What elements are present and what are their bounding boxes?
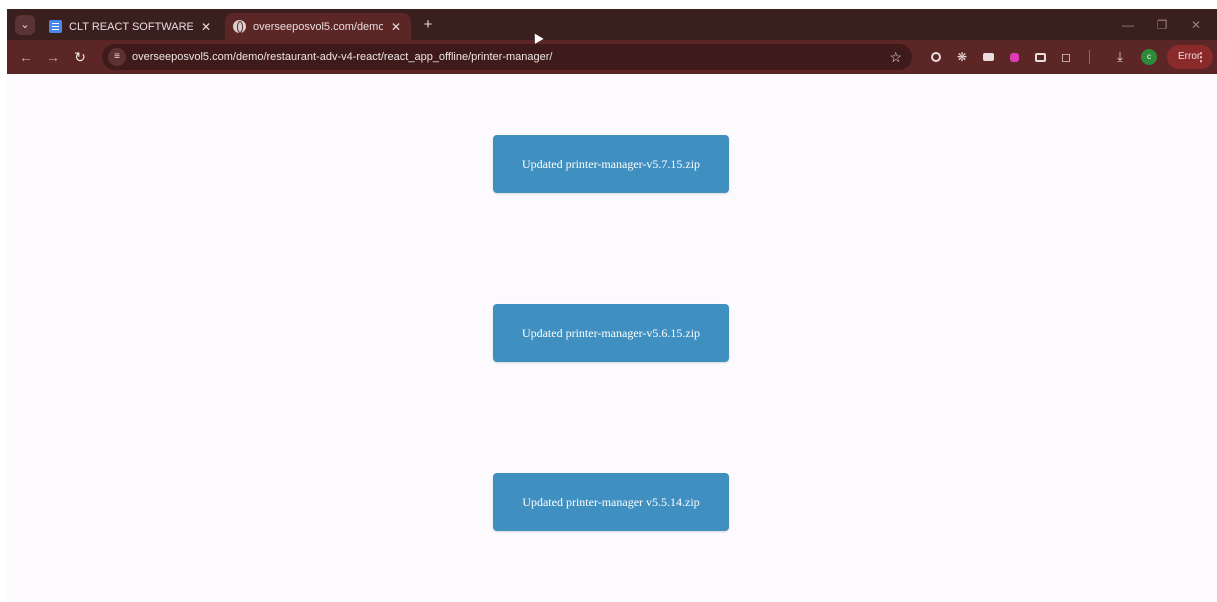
toolbar-divider [1088,49,1090,65]
download-button-v5-7-15[interactable]: Updated printer-manager-v5.7.15.zip [493,135,729,193]
bookmark-star-icon[interactable]: ☆ [889,48,902,66]
site-info-icon[interactable]: ≡ [108,48,126,66]
minimize-icon[interactable]: — [1111,18,1145,32]
globe-icon [233,20,246,33]
forward-arrow-icon[interactable]: → [44,48,62,66]
error-menu-button[interactable]: Error ⋮ [1167,45,1213,69]
tab-strip: ⌄ CLT REACT SOFTWARE - Googl ✕ overseepo… [7,9,1217,40]
new-tab-button[interactable]: + [419,16,437,34]
tab-title: overseeposvol5.com/demo/resta [253,20,383,33]
camera-icon[interactable] [980,49,996,65]
screen-record-icon[interactable] [928,49,944,65]
button-label: Updated printer-manager v5.5.14.zip [522,494,700,509]
window-controls: — ❐ ✕ [1111,9,1213,40]
reload-icon[interactable]: ↻ [71,48,89,66]
page-content: Updated printer-manager-v5.7.15.zip Upda… [7,74,1217,602]
tab-search-button[interactable]: ⌄ [15,15,35,35]
close-icon[interactable]: ✕ [199,20,213,34]
close-window-icon[interactable]: ✕ [1179,18,1213,32]
tab-title: CLT REACT SOFTWARE - Googl [69,20,193,33]
react-devtools-icon[interactable]: ❋ [954,49,970,65]
google-docs-icon [49,20,62,33]
screen-capture-icon[interactable] [1032,49,1048,65]
tab-clt-react-software[interactable]: CLT REACT SOFTWARE - Googl ✕ [41,13,221,40]
browser-toolbar: ← → ↻ ≡ overseeposvol5.com/demo/restaura… [7,40,1217,74]
button-label: Updated printer-manager-v5.7.15.zip [521,156,701,171]
puzzle-extensions-icon[interactable]: ◻ [1058,49,1074,65]
download-button-v5-5-14[interactable]: Updated printer-manager v5.5.14.zip [493,473,729,531]
close-icon[interactable]: ✕ [389,20,403,34]
browser-window: ⌄ CLT REACT SOFTWARE - Googl ✕ overseepo… [7,9,1217,602]
back-arrow-icon[interactable]: ← [17,48,35,66]
profile-avatar[interactable]: c [1141,49,1157,65]
hexagon-extension-icon[interactable] [1006,49,1022,65]
download-icon[interactable]: ⤓ [1112,49,1128,65]
url-text[interactable]: overseeposvol5.com/demo/restaurant-adv-v… [132,44,552,70]
chevron-down-icon: ⌄ [20,19,30,31]
more-vert-icon: ⋮ [1195,50,1207,64]
restore-icon[interactable]: ❐ [1145,18,1179,32]
download-button-v5-6-15[interactable]: Updated printer-manager-v5.6.15.zip [493,304,729,362]
tab-printer-manager[interactable]: overseeposvol5.com/demo/resta ✕ [225,13,411,40]
address-bar[interactable]: ≡ overseeposvol5.com/demo/restaurant-adv… [102,44,912,70]
button-label: Updated printer-manager-v5.6.15.zip [521,325,701,340]
